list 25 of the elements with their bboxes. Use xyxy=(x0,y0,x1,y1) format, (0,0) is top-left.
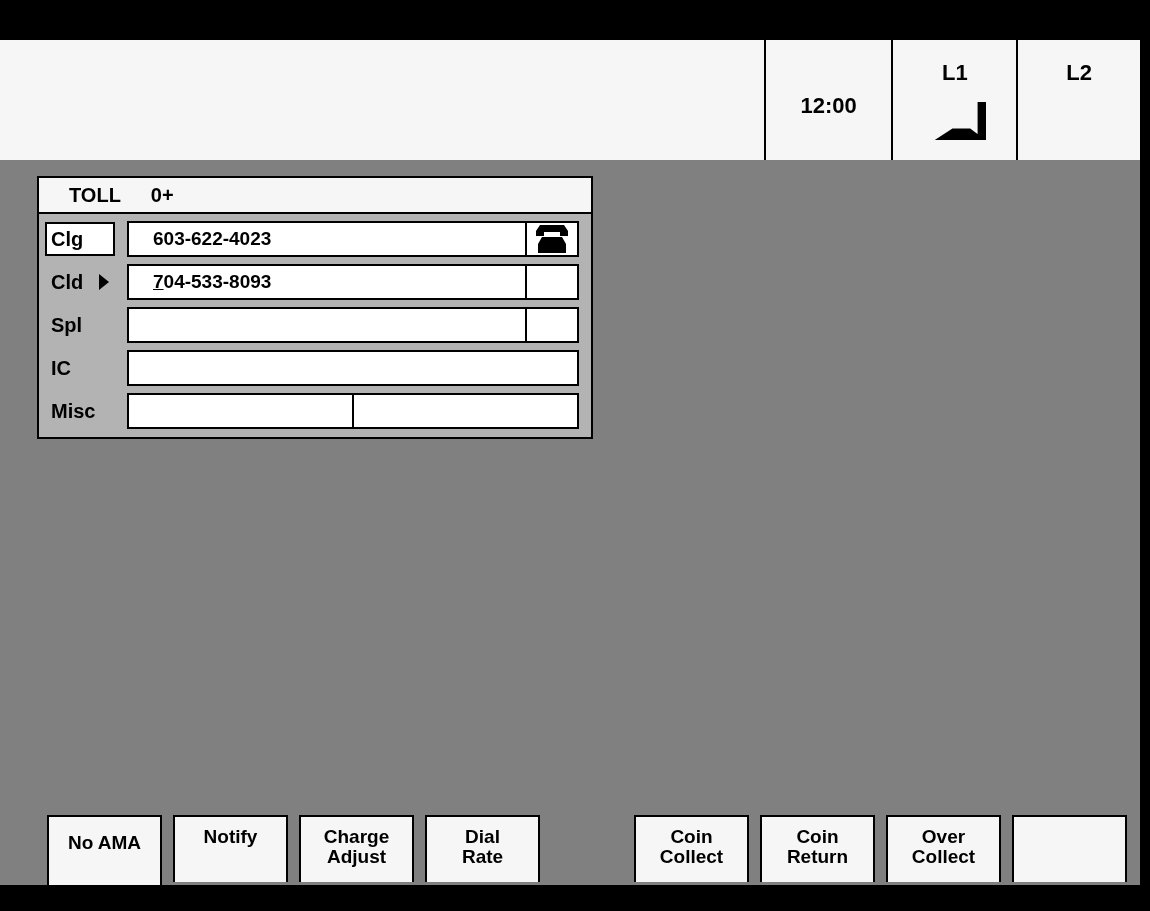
softkey[interactable] xyxy=(1012,815,1127,882)
input-field[interactable]: 603-622-4023 xyxy=(127,221,579,257)
field-label: IC xyxy=(50,356,72,381)
input-field[interactable] xyxy=(127,307,579,343)
call-category: TOLL xyxy=(69,183,121,207)
input-field[interactable] xyxy=(127,393,579,429)
softkey[interactable]: Coin Return xyxy=(760,815,875,882)
field-label: Spl xyxy=(50,313,84,338)
number-field[interactable]: 704-533-8093 xyxy=(129,266,525,298)
softkey[interactable]: Charge Adjust xyxy=(299,815,414,882)
clock: 12:00 xyxy=(765,40,894,160)
field-label: Clg xyxy=(45,222,115,256)
softkey[interactable]: Over Collect xyxy=(886,815,1001,882)
line-label: L1 xyxy=(942,60,968,86)
line-label: L2 xyxy=(1066,60,1092,86)
softkey[interactable]: Coin Collect xyxy=(634,815,749,882)
softkey[interactable]: Dial Rate xyxy=(425,815,540,882)
field-label: Misc xyxy=(50,399,97,424)
number-field[interactable]: 603-622-4023 xyxy=(129,223,525,255)
input-field[interactable] xyxy=(127,350,579,386)
field-label: Cld xyxy=(50,270,85,295)
softkey[interactable]: Notify xyxy=(173,815,288,882)
softkey[interactable]: No AMA xyxy=(47,815,162,885)
call-type: 0+ xyxy=(150,183,174,207)
input-field[interactable]: 704-533-8093 xyxy=(127,264,579,300)
